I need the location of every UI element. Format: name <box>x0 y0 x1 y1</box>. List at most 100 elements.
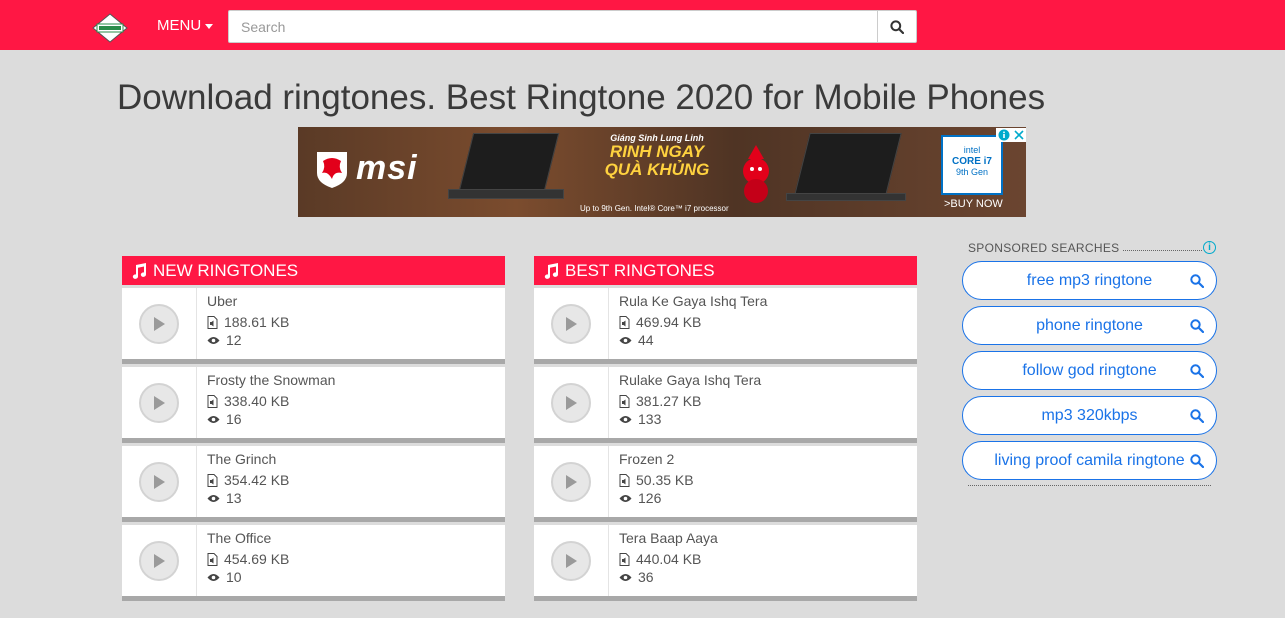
play-button[interactable] <box>551 540 591 581</box>
sponsored-link-label: follow god ringtone <box>1022 361 1157 379</box>
ad-choices[interactable] <box>996 128 1026 142</box>
ringtone-views-row: 133 <box>619 410 761 428</box>
eye-icon <box>619 573 632 581</box>
ringtone-views: 10 <box>226 569 242 585</box>
ringtone-name[interactable]: Rula Ke Gaya Ishq Tera <box>619 293 767 309</box>
ringtone-item[interactable]: Uber 188.61 KB 12 <box>122 288 505 364</box>
play-button[interactable] <box>139 303 179 344</box>
divider <box>968 485 1211 486</box>
audio-file-icon <box>619 394 630 408</box>
audio-file-icon <box>207 394 218 408</box>
ad-fine-print: Up to 9th Gen. Intel® Core™ i7 processor <box>580 204 729 213</box>
ringtone-meta: Frosty the Snowman 338.40 KB 16 <box>197 367 335 438</box>
ad-brand: msi <box>356 149 418 187</box>
search-input[interactable] <box>229 11 878 42</box>
intel-brand: intel <box>963 145 981 155</box>
intel-badge: intel CORE i7 9th Gen <box>941 135 1003 195</box>
top-navbar: MENU <box>0 0 1285 50</box>
ad-banner[interactable]: msi Giáng Sinh Lung Linh RINH NGAY QUÀ K… <box>298 127 1026 217</box>
ringtone-meta: The Office 454.69 KB 10 <box>197 525 289 596</box>
ringtone-item[interactable]: Tera Baap Aaya 440.04 KB 36 <box>534 525 917 601</box>
sponsored-link-label: free mp3 ringtone <box>1026 271 1153 289</box>
msi-dragon-icon <box>317 152 347 188</box>
ringtone-size: 469.94 KB <box>636 314 702 330</box>
info-icon[interactable]: i <box>1203 241 1216 254</box>
player-area <box>122 367 197 438</box>
ringtone-size: 188.61 KB <box>224 314 290 330</box>
ringtone-item[interactable]: Rula Ke Gaya Ishq Tera 469.94 KB 44 <box>534 288 917 364</box>
ringtone-views: 36 <box>638 569 654 585</box>
ringtone-size: 354.42 KB <box>224 472 290 488</box>
ringtone-size: 381.27 KB <box>636 393 702 409</box>
ringtone-views: 133 <box>638 411 662 427</box>
ad-info-icon <box>998 129 1010 141</box>
ringtone-item[interactable]: Rulake Gaya Ishq Tera 381.27 KB 133 <box>534 367 917 443</box>
ringtone-size-row: 338.40 KB <box>207 392 335 410</box>
play-button[interactable] <box>139 461 179 502</box>
ad-promo-line3: QUÀ KHỦNG <box>604 160 710 179</box>
search-icon <box>1190 454 1204 468</box>
ringtone-size: 440.04 KB <box>636 551 702 567</box>
ringtone-name[interactable]: Uber <box>207 293 289 309</box>
ringtone-name[interactable]: Frozen 2 <box>619 451 694 467</box>
laptop-image <box>458 133 560 191</box>
play-button[interactable] <box>551 382 591 423</box>
audio-file-icon <box>619 473 630 487</box>
play-icon <box>154 316 165 331</box>
player-area <box>534 367 609 438</box>
play-button[interactable] <box>139 382 179 423</box>
laptop-base-image <box>448 189 564 199</box>
ringtone-size-row: 188.61 KB <box>207 313 289 331</box>
audio-file-icon <box>207 473 218 487</box>
ringtone-name[interactable]: The Office <box>207 530 289 546</box>
ringtone-size-row: 50.35 KB <box>619 471 694 489</box>
ringtone-views: 12 <box>226 332 242 348</box>
play-icon <box>566 395 577 410</box>
ringtone-views-row: 10 <box>207 568 289 586</box>
player-area <box>122 288 197 359</box>
ringtone-size-row: 354.42 KB <box>207 471 289 489</box>
ad-promo: Giáng Sinh Lung Linh RINH NGAY QUÀ KHỦNG <box>598 133 716 179</box>
ringtone-name[interactable]: The Grinch <box>207 451 289 467</box>
site-logo[interactable] <box>92 13 128 43</box>
sponsored-link-label: phone ringtone <box>1036 316 1143 334</box>
eye-icon <box>207 415 220 423</box>
ringtone-views-row: 126 <box>619 489 694 507</box>
sponsored-link[interactable]: free mp3 ringtone <box>962 261 1217 300</box>
search-bar <box>228 10 917 43</box>
eye-icon <box>207 573 220 581</box>
ad-close-icon <box>1014 130 1024 140</box>
audio-file-icon <box>619 315 630 329</box>
ringtone-item[interactable]: The Office 454.69 KB 10 <box>122 525 505 601</box>
play-icon <box>566 553 577 568</box>
sponsored-link[interactable]: phone ringtone <box>962 306 1217 345</box>
sponsored-link[interactable]: living proof camila ringtone <box>962 441 1217 480</box>
play-button[interactable] <box>139 540 179 581</box>
search-icon <box>1190 319 1204 333</box>
ringtone-name[interactable]: Tera Baap Aaya <box>619 530 718 546</box>
player-area <box>534 525 609 596</box>
sponsored-link-label: mp3 320kbps <box>1041 406 1138 424</box>
play-button[interactable] <box>551 303 591 344</box>
sponsored-link[interactable]: mp3 320kbps <box>962 396 1217 435</box>
ringtone-views-row: 44 <box>619 331 767 349</box>
sponsored-link[interactable]: follow god ringtone <box>962 351 1217 390</box>
new-ringtones-panel: NEW RINGTONES Uber 188.61 KB 12 Frosty t… <box>122 256 505 601</box>
sponsored-link-label: living proof camila ringtone <box>994 451 1185 469</box>
ringtone-item[interactable]: Frozen 2 50.35 KB 126 <box>534 446 917 522</box>
ringtone-meta: Tera Baap Aaya 440.04 KB 36 <box>609 525 718 596</box>
player-area <box>534 288 609 359</box>
intel-gen: 9th Gen <box>955 167 989 177</box>
ringtone-item[interactable]: Frosty the Snowman 338.40 KB 16 <box>122 367 505 443</box>
ringtone-item[interactable]: The Grinch 354.42 KB 13 <box>122 446 505 522</box>
ringtone-name[interactable]: Frosty the Snowman <box>207 372 335 388</box>
ad-buy-now[interactable]: >BUY NOW <box>944 198 1003 210</box>
search-button[interactable] <box>877 11 916 42</box>
menu-button[interactable]: MENU <box>157 17 214 34</box>
play-button[interactable] <box>551 461 591 502</box>
ringtone-name[interactable]: Rulake Gaya Ishq Tera <box>619 372 761 388</box>
player-area <box>122 525 197 596</box>
audio-file-icon <box>619 552 630 566</box>
ringtone-size: 454.69 KB <box>224 551 290 567</box>
player-area <box>534 446 609 517</box>
